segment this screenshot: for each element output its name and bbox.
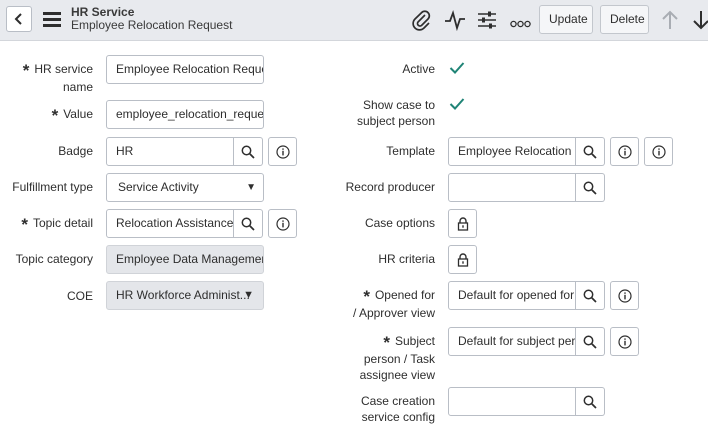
form-title: HR Service Employee Relocation Request bbox=[71, 6, 232, 32]
search-icon bbox=[583, 395, 597, 409]
opened-for-lookup-button[interactable] bbox=[576, 281, 605, 310]
opened-for-info-button[interactable] bbox=[610, 281, 639, 310]
more-options-icon[interactable] bbox=[510, 15, 531, 33]
delete-button[interactable]: Delete bbox=[600, 5, 649, 34]
case-creation-config-input[interactable] bbox=[448, 387, 576, 416]
record-producer-input[interactable] bbox=[448, 173, 576, 202]
info-icon bbox=[275, 216, 290, 231]
topic-category-readonly: Employee Data Management bbox=[106, 245, 264, 274]
record-producer-label: Record producer bbox=[345, 180, 435, 194]
required-asterisk-icon: * bbox=[383, 333, 390, 352]
lock-icon bbox=[457, 252, 468, 267]
show-case-label: Show case to subject person bbox=[356, 98, 435, 128]
form-title-record: Employee Relocation Request bbox=[71, 18, 233, 32]
required-asterisk-icon: * bbox=[363, 287, 370, 306]
case-options-lock-button[interactable] bbox=[448, 209, 477, 238]
topic-detail-lookup-button[interactable] bbox=[234, 209, 263, 238]
search-icon bbox=[583, 335, 597, 349]
topic-detail-label: * Topic detail bbox=[21, 215, 93, 234]
search-icon bbox=[241, 145, 255, 159]
hr-service-name-input[interactable]: Employee Relocation Request bbox=[106, 55, 264, 84]
active-checkbox[interactable] bbox=[449, 61, 465, 80]
required-asterisk-icon: * bbox=[51, 106, 59, 125]
hamburger-menu-icon[interactable] bbox=[43, 11, 61, 32]
template-preview-button[interactable] bbox=[644, 137, 673, 166]
coe-select[interactable]: HR Workforce Administ... ▼ bbox=[106, 281, 264, 310]
topic-detail-input[interactable]: Relocation Assistance bbox=[106, 209, 234, 238]
subject-person-label: * Subject person / Task assignee view bbox=[359, 333, 435, 382]
hr-service-name-label: * HR service name bbox=[22, 61, 93, 94]
info-icon bbox=[275, 144, 290, 159]
fulfillment-type-select[interactable]: Service Activity ▼ bbox=[106, 173, 264, 202]
hr-criteria-lock-button[interactable] bbox=[448, 245, 477, 274]
badge-input[interactable]: HR bbox=[106, 137, 234, 166]
coe-label: COE bbox=[66, 289, 93, 303]
template-label: Template bbox=[386, 144, 435, 158]
opened-for-view-input[interactable]: Default for opened for bbox=[448, 281, 576, 310]
record-producer-lookup-button[interactable] bbox=[576, 173, 605, 202]
info-icon bbox=[617, 288, 632, 303]
hr-criteria-label: HR criteria bbox=[378, 252, 435, 266]
checkmark-icon bbox=[449, 62, 465, 74]
value-label: * Value bbox=[51, 106, 93, 125]
required-asterisk-icon: * bbox=[22, 61, 30, 80]
subject-person-info-button[interactable] bbox=[610, 327, 639, 356]
badge-label: Badge bbox=[58, 144, 93, 158]
chevron-left-icon bbox=[14, 13, 22, 25]
template-input[interactable]: Employee Relocation bbox=[448, 137, 576, 166]
show-case-checkbox[interactable] bbox=[449, 97, 465, 116]
arrow-up-icon[interactable] bbox=[661, 9, 679, 36]
badge-info-button[interactable] bbox=[268, 137, 297, 166]
topic-detail-info-button[interactable] bbox=[268, 209, 297, 238]
subject-person-lookup-button[interactable] bbox=[576, 327, 605, 356]
form-header: HR Service Employee Relocation Request U… bbox=[0, 0, 708, 41]
case-creation-label: Case creation service config bbox=[360, 394, 435, 424]
search-icon bbox=[583, 145, 597, 159]
search-icon bbox=[583, 289, 597, 303]
info-icon bbox=[651, 144, 666, 159]
case-options-label: Case options bbox=[364, 216, 435, 230]
active-label: Active bbox=[402, 62, 435, 76]
info-icon bbox=[617, 144, 632, 159]
search-icon bbox=[241, 217, 255, 231]
paperclip-icon[interactable] bbox=[411, 9, 431, 36]
topic-category-label: Topic category bbox=[15, 252, 93, 266]
case-creation-lookup-button[interactable] bbox=[576, 387, 605, 416]
template-info-button[interactable] bbox=[610, 137, 639, 166]
subject-person-view-input[interactable]: Default for subject person bbox=[448, 327, 576, 356]
lock-icon bbox=[457, 216, 468, 231]
arrow-down-icon[interactable] bbox=[692, 9, 708, 36]
checkmark-icon bbox=[449, 98, 465, 110]
required-asterisk-icon: * bbox=[21, 215, 28, 234]
opened-for-label: * Opened for / Approver view bbox=[352, 287, 435, 320]
settings-sliders-icon[interactable] bbox=[477, 9, 497, 36]
search-icon bbox=[583, 181, 597, 195]
update-button[interactable]: Update bbox=[539, 5, 593, 34]
caret-down-icon: ▼ bbox=[243, 289, 254, 301]
template-lookup-button[interactable] bbox=[576, 137, 605, 166]
info-icon bbox=[617, 334, 632, 349]
fulfillment-type-label: Fulfillment type bbox=[12, 180, 93, 194]
activity-icon[interactable] bbox=[444, 9, 466, 36]
back-button[interactable] bbox=[6, 6, 32, 32]
badge-lookup-button[interactable] bbox=[234, 137, 263, 166]
caret-down-icon: ▼ bbox=[246, 182, 256, 193]
value-input[interactable]: employee_relocation_request bbox=[106, 100, 264, 129]
